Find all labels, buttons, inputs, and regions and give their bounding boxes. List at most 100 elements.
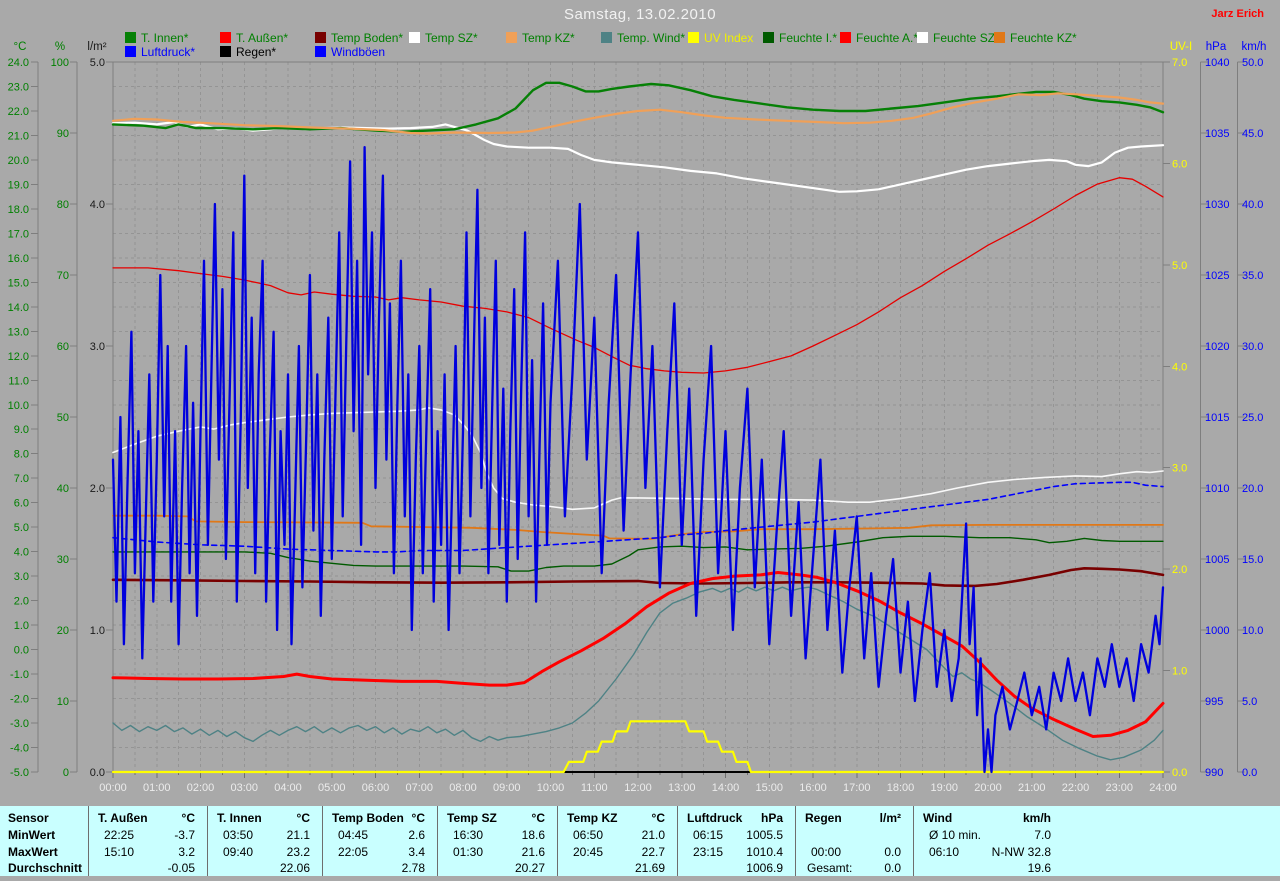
legend-item: Temp SZ*: [409, 31, 478, 44]
legend-label: T. Innen*: [141, 31, 188, 45]
table-cell: °C: [532, 811, 545, 824]
table-cell: 21.0: [642, 828, 665, 841]
axis-tick-label-pct: 60: [57, 341, 69, 353]
table-cell: 21.69: [635, 861, 665, 874]
axis-tick-label-kmh: 25.0: [1242, 412, 1263, 424]
legend-swatch-icon: [917, 32, 928, 43]
x-axis-label: 16:00: [799, 782, 827, 794]
table-cell: Temp SZ: [447, 811, 497, 824]
weather-app-window: Samstag, 13.02.2010 Jarz Erich °C24.023.…: [0, 0, 1280, 881]
x-axis-label: 22:00: [1062, 782, 1090, 794]
chart-legend: T. Innen*T. Außen*Temp Boden*Temp SZ*Tem…: [0, 0, 1280, 60]
x-axis-label: 20:00: [974, 782, 1002, 794]
axis-tick-label-uv: 2.0: [1172, 564, 1187, 576]
table-cell: 1006.9: [746, 861, 783, 874]
table-cell: Regen: [805, 811, 842, 824]
table-cell: °C: [412, 811, 425, 824]
table-cell: 06:50: [573, 828, 603, 841]
legend-swatch-icon: [220, 32, 231, 43]
axis-tick-label-lm2: 1.0: [90, 625, 105, 637]
table-cell: 21.1: [287, 828, 310, 841]
axis-tick-label-hpa: 1030: [1205, 199, 1229, 211]
axis-tick-label-degC: 21.0: [8, 130, 29, 142]
x-axis-label: 14:00: [712, 782, 740, 794]
axis-tick-label-degC: 3.0: [14, 571, 29, 583]
table-column-separator: [207, 806, 208, 876]
axis-tick-label-degC: 11.0: [8, 375, 29, 387]
table-cell: 04:45: [338, 828, 368, 841]
legend-item: Feuchte KZ*: [994, 31, 1077, 44]
series-line-temp_sz: [113, 122, 1163, 192]
table-cell: -0.05: [168, 861, 195, 874]
x-axis-label: 24:00: [1149, 782, 1177, 794]
axis-tick-label-degC: -4.0: [10, 743, 29, 755]
table-cell: hPa: [761, 811, 783, 824]
table-cell: Gesamt:: [807, 861, 852, 874]
axis-tick-label-kmh: 20.0: [1242, 483, 1263, 495]
table-cell: 3.4: [408, 845, 425, 858]
series-line-luftdruck: [113, 482, 1163, 552]
table-cell: 21.6: [522, 845, 545, 858]
table-cell: 00:00: [811, 845, 841, 858]
axis-tick-label-pct: 20: [57, 625, 69, 637]
legend-swatch-icon: [125, 46, 136, 57]
x-axis-label: 03:00: [230, 782, 258, 794]
legend-label: Regen*: [236, 45, 276, 59]
axis-tick-label-kmh: 0.0: [1242, 767, 1257, 779]
axis-tick-label-hpa: 1005: [1205, 554, 1229, 566]
table-cell: 23.2: [287, 845, 310, 858]
table-cell: 1005.5: [746, 828, 783, 841]
legend-label: Temp SZ*: [425, 31, 478, 45]
axis-tick-label-degC: -5.0: [10, 767, 29, 779]
axis-tick-label-uv: 1.0: [1172, 666, 1187, 678]
x-axis-label: 19:00: [930, 782, 958, 794]
axis-tick-label-degC: 13.0: [8, 326, 29, 338]
legend-item: Regen*: [220, 45, 276, 58]
axis-tick-label-degC: 23.0: [8, 81, 29, 93]
axis-tick-label-kmh: 40.0: [1242, 199, 1263, 211]
table-cell: 03:50: [223, 828, 253, 841]
legend-swatch-icon: [409, 32, 420, 43]
table-cell: MinWert: [8, 828, 55, 841]
table-column-separator: [795, 806, 796, 876]
axis-tick-label-degC: 16.0: [8, 253, 29, 265]
table-cell: 2.6: [408, 828, 425, 841]
axis-tick-label-hpa: 1010: [1205, 483, 1229, 495]
table-cell: Wind: [923, 811, 952, 824]
legend-item: Feuchte A.*: [840, 31, 918, 44]
axis-tick-label-degC: 6.0: [14, 498, 29, 510]
legend-swatch-icon: [601, 32, 612, 43]
axis-tick-label-degC: 18.0: [8, 204, 29, 216]
legend-item: UV Index: [688, 31, 753, 44]
legend-label: Feuchte I.*: [779, 31, 837, 45]
axis-tick-label-pct: 90: [57, 128, 69, 140]
table-cell: 20.27: [515, 861, 545, 874]
x-axis-label: 07:00: [405, 782, 433, 794]
legend-swatch-icon: [315, 46, 326, 57]
axis-tick-label-kmh: 30.0: [1242, 341, 1263, 353]
table-cell: 1010.4: [746, 845, 783, 858]
axis-tick-label-hpa: 995: [1205, 696, 1223, 708]
legend-item: Windböen: [315, 45, 385, 58]
table-cell: 09:40: [223, 845, 253, 858]
axis-tick-label-hpa: 1025: [1205, 270, 1229, 282]
axis-tick-label-degC: 5.0: [14, 522, 29, 534]
axis-tick-label-degC: 15.0: [8, 277, 29, 289]
x-axis-label: 09:00: [493, 782, 521, 794]
weather-chart-plot: °C24.023.022.021.020.019.018.017.016.015…: [0, 0, 1280, 800]
axis-tick-label-hpa: 990: [1205, 767, 1223, 779]
legend-swatch-icon: [125, 32, 136, 43]
axis-tick-label-pct: 70: [57, 270, 69, 282]
axis-tick-label-degC: 12.0: [8, 351, 29, 363]
axis-tick-label-degC: 22.0: [8, 106, 29, 118]
table-cell: km/h: [1023, 811, 1051, 824]
table-column-separator: [437, 806, 438, 876]
axis-tick-label-hpa: 1035: [1205, 128, 1229, 140]
legend-label: Feuchte SZ*: [933, 31, 1000, 45]
table-cell: 2.78: [402, 861, 425, 874]
axis-tick-label-pct: 50: [57, 412, 69, 424]
x-axis-label: 11:00: [581, 782, 608, 794]
table-cell: Durchschnitt: [8, 861, 82, 874]
table-cell: 3.2: [178, 845, 195, 858]
x-axis-label: 13:00: [668, 782, 696, 794]
